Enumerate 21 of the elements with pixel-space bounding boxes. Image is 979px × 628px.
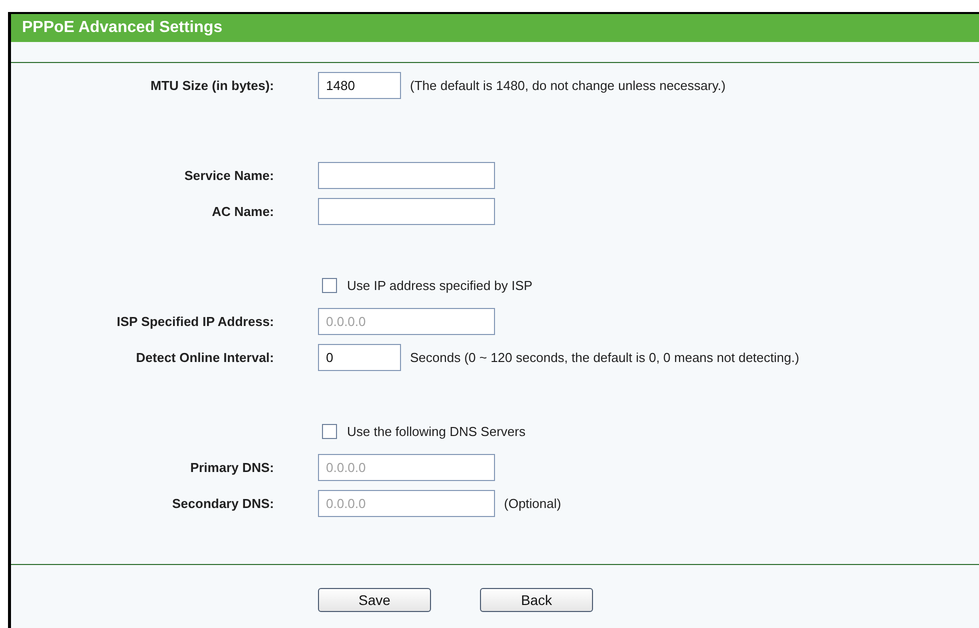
action-button[interactable]: Save [318,588,431,612]
field-label: Service Name: [184,168,274,183]
hint-text: Seconds (0 ~ 120 seconds, the default is 0, 0 means not detecting.) [410,350,800,365]
field-label: ISP Specified IP Address: [116,314,274,329]
input-field[interactable] [318,162,495,189]
checkbox[interactable] [322,278,337,293]
input-field[interactable]: 0 [318,344,401,371]
field-label: Detect Online Interval: [136,350,274,365]
field-label: Primary DNS: [190,460,274,475]
checkbox-label: Use the following DNS Servers [347,424,526,439]
input-field[interactable] [318,198,495,225]
field-label: MTU Size (in bytes): [150,78,274,93]
hint-text: (Optional) [504,496,562,511]
checkbox[interactable] [322,424,337,439]
action-button[interactable]: Back [480,588,593,612]
field-label: Secondary DNS: [172,496,274,511]
page-title: PPPoE Advanced Settings [22,19,222,37]
hint-text: (The default is 1480, do not change unless necessary.) [410,78,726,93]
checkbox-label: Use IP address specified by ISP [347,278,532,293]
field-label: AC Name: [212,204,274,219]
input-field[interactable]: 1480 [318,72,401,99]
